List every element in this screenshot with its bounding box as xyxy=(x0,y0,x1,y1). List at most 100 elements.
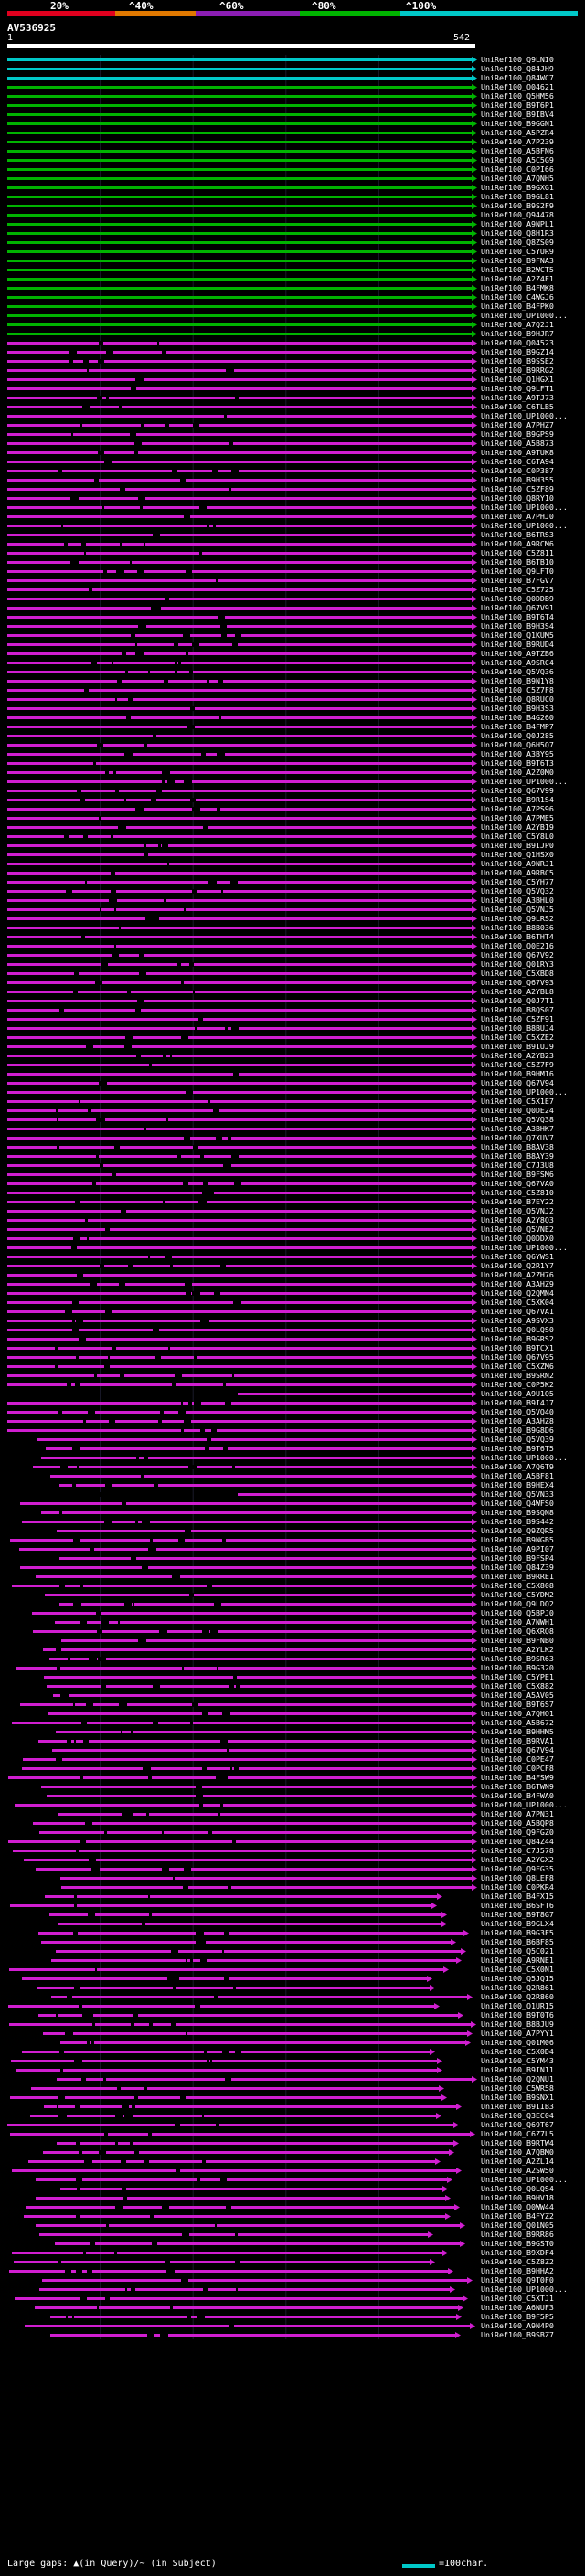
hit-label[interactable]: UniRef100_B9RVA1 xyxy=(481,1736,585,1745)
hit-row[interactable] xyxy=(7,495,477,502)
hit-row[interactable] xyxy=(60,1875,477,1882)
hit-label[interactable]: UniRef100_B9IUJ9 xyxy=(481,1042,585,1051)
hit-row[interactable] xyxy=(57,2076,477,2083)
hit-label[interactable]: UniRef100_Q67V94 xyxy=(481,1078,585,1087)
hit-row[interactable] xyxy=(7,1162,477,1169)
hit-label[interactable]: UniRef100_A5BF81 xyxy=(481,1471,585,1480)
hit-row[interactable] xyxy=(7,294,477,301)
hit-row[interactable] xyxy=(7,742,477,748)
hit-label[interactable]: UniRef100_Q0DDX0 xyxy=(481,1234,585,1243)
hit-row[interactable] xyxy=(7,1263,477,1269)
hit-row[interactable] xyxy=(7,75,477,81)
hit-label[interactable]: UniRef100_Q6H5Q7 xyxy=(481,740,585,749)
hit-label[interactable]: UniRef100_Q1HGX1 xyxy=(481,375,585,384)
hit-label[interactable]: UniRef100_B9T6T3 xyxy=(481,758,585,768)
hit-row[interactable] xyxy=(7,367,477,374)
hit-label[interactable]: UniRef100_Q9LFT0 xyxy=(481,567,585,576)
hit-label[interactable]: UniRef100_A7PYY1 xyxy=(481,2029,585,2038)
hit-row[interactable] xyxy=(7,1345,477,1352)
hit-label[interactable]: UniRef100_B6TWN9 xyxy=(481,1782,585,1791)
hit-row[interactable] xyxy=(7,313,477,319)
hit-label[interactable]: UniRef100_Q67V93 xyxy=(481,978,585,987)
hit-label[interactable]: UniRef100_A7QHO1 xyxy=(481,1709,585,1718)
hit-label[interactable]: UniRef100_UP1000... xyxy=(481,1243,585,1252)
hit-label[interactable]: UniRef100_A9SRC4 xyxy=(481,658,585,667)
hit-label[interactable]: UniRef100_Q2R860 xyxy=(481,1992,585,2001)
hit-label[interactable]: UniRef100_Q9FGZ0 xyxy=(481,1828,585,1837)
hit-label[interactable]: UniRef100_Q3EC04 xyxy=(481,2111,585,2120)
hit-label[interactable]: UniRef100_B6TB10 xyxy=(481,557,585,567)
hit-label[interactable]: UniRef100_B9FNB0 xyxy=(481,1636,585,1645)
hit-label[interactable]: UniRef100_B9SRN2 xyxy=(481,1371,585,1380)
hit-label[interactable]: UniRef100_Q67V99 xyxy=(481,786,585,795)
hit-label[interactable]: UniRef100_B6SFT6 xyxy=(481,1901,585,1910)
hit-row[interactable] xyxy=(7,651,477,657)
hit-label[interactable]: UniRef100_B9FNA3 xyxy=(481,256,585,265)
hit-label[interactable]: UniRef100_B9GST0 xyxy=(481,2239,585,2248)
hit-label[interactable]: UniRef100_Q01N05 xyxy=(481,2221,585,2230)
hit-label[interactable]: UniRef100_B9TCX1 xyxy=(481,1343,585,1352)
hit-label[interactable]: UniRef100_A7PS96 xyxy=(481,804,585,813)
hit-row[interactable] xyxy=(55,2241,465,2247)
hit-label[interactable]: UniRef100_Q9ZQR5 xyxy=(481,1526,585,1535)
hit-label[interactable]: UniRef100_B9SSE2 xyxy=(481,356,585,366)
hit-row[interactable] xyxy=(7,1062,477,1068)
hit-label[interactable]: UniRef100_C5YH77 xyxy=(481,877,585,886)
hit-label[interactable]: UniRef100_Q5C021 xyxy=(481,1946,585,1956)
hit-label[interactable]: UniRef100_Q69T67 xyxy=(481,2120,585,2129)
hit-row[interactable] xyxy=(10,1537,477,1543)
hit-row[interactable] xyxy=(7,532,477,538)
hit-row[interactable] xyxy=(7,111,477,118)
hit-row[interactable] xyxy=(7,285,477,292)
hit-label[interactable]: UniRef100_A9TZB6 xyxy=(481,649,585,658)
hit-label[interactable]: UniRef100_B8B036 xyxy=(481,923,585,932)
hit-row[interactable] xyxy=(43,2149,454,2156)
hit-label[interactable]: UniRef100_C5X882 xyxy=(481,1681,585,1691)
hit-label[interactable]: UniRef100_Q9LRS2 xyxy=(481,914,585,923)
hit-label[interactable]: UniRef100_C5Z7F8 xyxy=(481,685,585,694)
hit-row[interactable] xyxy=(7,477,477,483)
hit-label[interactable]: UniRef100_A9U1Q5 xyxy=(481,1389,585,1398)
hit-row[interactable] xyxy=(60,2040,471,2046)
hit-label[interactable]: UniRef100_A7PN31 xyxy=(481,1809,585,1818)
hit-label[interactable]: UniRef100_A9PI07 xyxy=(481,1544,585,1553)
hit-label[interactable]: UniRef100_B9G8D6 xyxy=(481,1426,585,1435)
hit-row[interactable] xyxy=(61,1884,477,1891)
hit-label[interactable]: UniRef100_B9G3F5 xyxy=(481,1928,585,1937)
hit-label[interactable]: UniRef100_C0PI66 xyxy=(481,164,585,174)
hit-label[interactable]: UniRef100_B9SBZ7 xyxy=(481,2330,585,2339)
hit-row[interactable] xyxy=(20,1564,477,1571)
hit-label[interactable]: UniRef100_B4FX15 xyxy=(481,1892,585,1901)
hit-label[interactable]: UniRef100_A5BQP8 xyxy=(481,1818,585,1828)
hit-row[interactable] xyxy=(7,84,477,90)
hit-label[interactable]: UniRef100_B9RTW4 xyxy=(481,2138,585,2147)
hit-row[interactable] xyxy=(7,760,477,767)
hit-row[interactable] xyxy=(55,1619,477,1626)
hit-row[interactable] xyxy=(58,1921,447,1927)
hit-label[interactable]: UniRef100_B9G320 xyxy=(481,1663,585,1672)
hit-row[interactable] xyxy=(7,514,477,520)
hit-label[interactable]: UniRef100_B4FYZ2 xyxy=(481,2211,585,2221)
hit-row[interactable] xyxy=(9,2021,476,2028)
hit-row[interactable] xyxy=(7,705,477,712)
hit-label[interactable]: UniRef100_Q67VA1 xyxy=(481,1307,585,1316)
hit-label[interactable]: UniRef100_Q9LDQ2 xyxy=(481,1599,585,1608)
hit-row[interactable] xyxy=(35,2305,463,2311)
hit-row[interactable] xyxy=(7,203,477,209)
hit-label[interactable]: UniRef100_Q5VNJ2 xyxy=(481,1206,585,1215)
hit-row[interactable] xyxy=(9,2268,453,2274)
hit-row[interactable] xyxy=(43,2030,473,2037)
hit-label[interactable]: UniRef100_C5X808 xyxy=(481,1581,585,1590)
hit-row[interactable] xyxy=(41,1784,477,1790)
hit-label[interactable]: UniRef100_B6BF85 xyxy=(481,1937,585,1946)
hit-row[interactable] xyxy=(7,1171,477,1178)
hit-label[interactable]: UniRef100_Q67V95 xyxy=(481,1352,585,1362)
hit-row[interactable] xyxy=(7,623,477,630)
hit-row[interactable] xyxy=(19,1546,477,1553)
hit-row[interactable] xyxy=(7,815,477,822)
hit-label[interactable]: UniRef100_C5Y8L0 xyxy=(481,832,585,841)
hit-row[interactable] xyxy=(7,733,477,739)
hit-label[interactable]: UniRef100_A9RCM6 xyxy=(481,539,585,548)
hit-label[interactable]: UniRef100_B4FSW9 xyxy=(481,1773,585,1782)
hit-row[interactable] xyxy=(7,587,477,593)
